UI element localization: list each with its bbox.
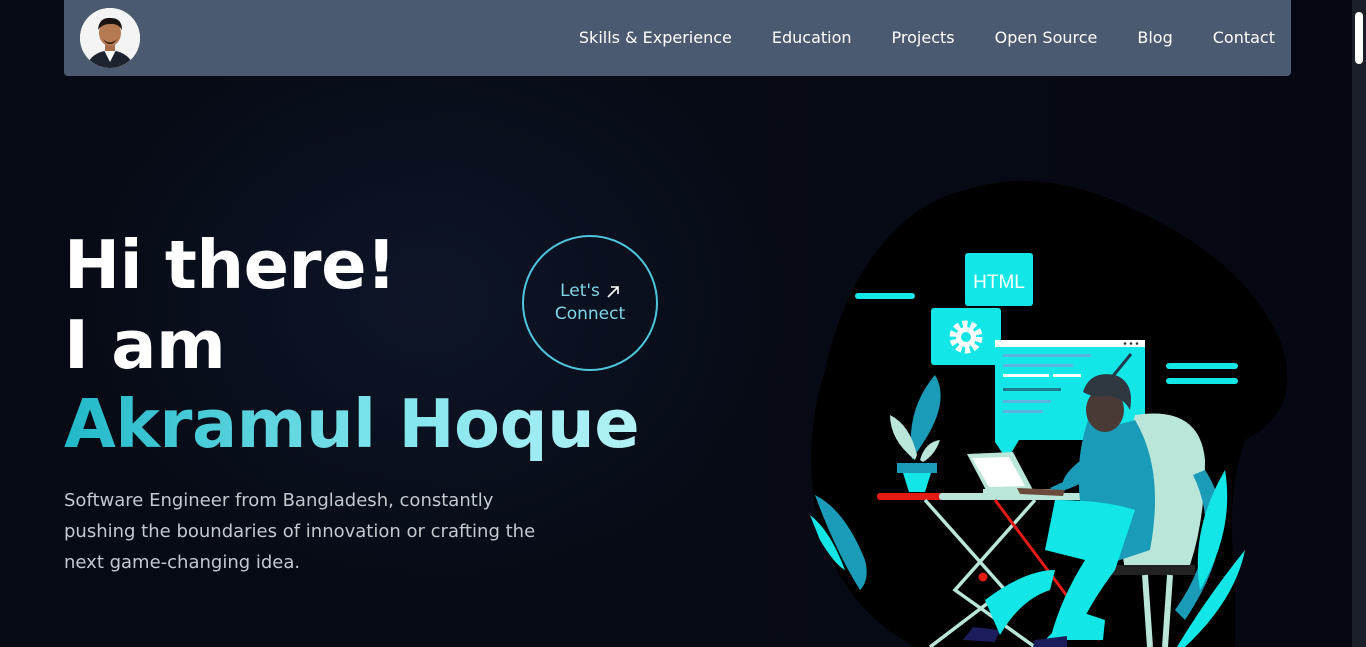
scrollbar-thumb[interactable]: [1355, 12, 1363, 64]
decor-dash-right-2: [1166, 378, 1238, 384]
navbar: Skills & Experience Education Projects O…: [64, 0, 1291, 76]
avatar-photo: [80, 8, 140, 68]
nav-link-blog[interactable]: Blog: [1117, 0, 1192, 76]
arrow-up-right-icon: [607, 285, 619, 298]
decor-dash-right-1: [1166, 363, 1238, 369]
hero-greeting: Hi there!: [64, 226, 397, 304]
hero-name: Akramul Hoque: [64, 385, 640, 463]
nav-link-open-source[interactable]: Open Source: [975, 0, 1118, 76]
main-nav: Skills & Experience Education Projects O…: [559, 0, 1275, 76]
hero-description: Software Engineer from Bangladesh, const…: [64, 490, 536, 573]
connect-label-line1: Let's: [560, 281, 600, 301]
page-scrollbar[interactable]: [1352, 0, 1366, 647]
lets-connect-button[interactable]: Let's Connect: [522, 235, 658, 371]
html-badge-text: HTML: [973, 272, 1025, 293]
developer-illustration: HTML: [810, 181, 1288, 647]
avatar[interactable]: [80, 8, 140, 68]
nav-link-skills[interactable]: Skills & Experience: [559, 0, 752, 76]
connect-label-line2: Connect: [554, 304, 626, 324]
desk-top-red: [877, 493, 943, 500]
desk-joint: [978, 572, 988, 582]
nav-link-contact[interactable]: Contact: [1193, 0, 1275, 76]
nav-link-projects[interactable]: Projects: [872, 0, 975, 76]
nav-link-education[interactable]: Education: [752, 0, 872, 76]
desk-top: [939, 493, 1094, 500]
decor-dash-left: [855, 293, 915, 299]
hero-intro: I am: [64, 306, 226, 384]
